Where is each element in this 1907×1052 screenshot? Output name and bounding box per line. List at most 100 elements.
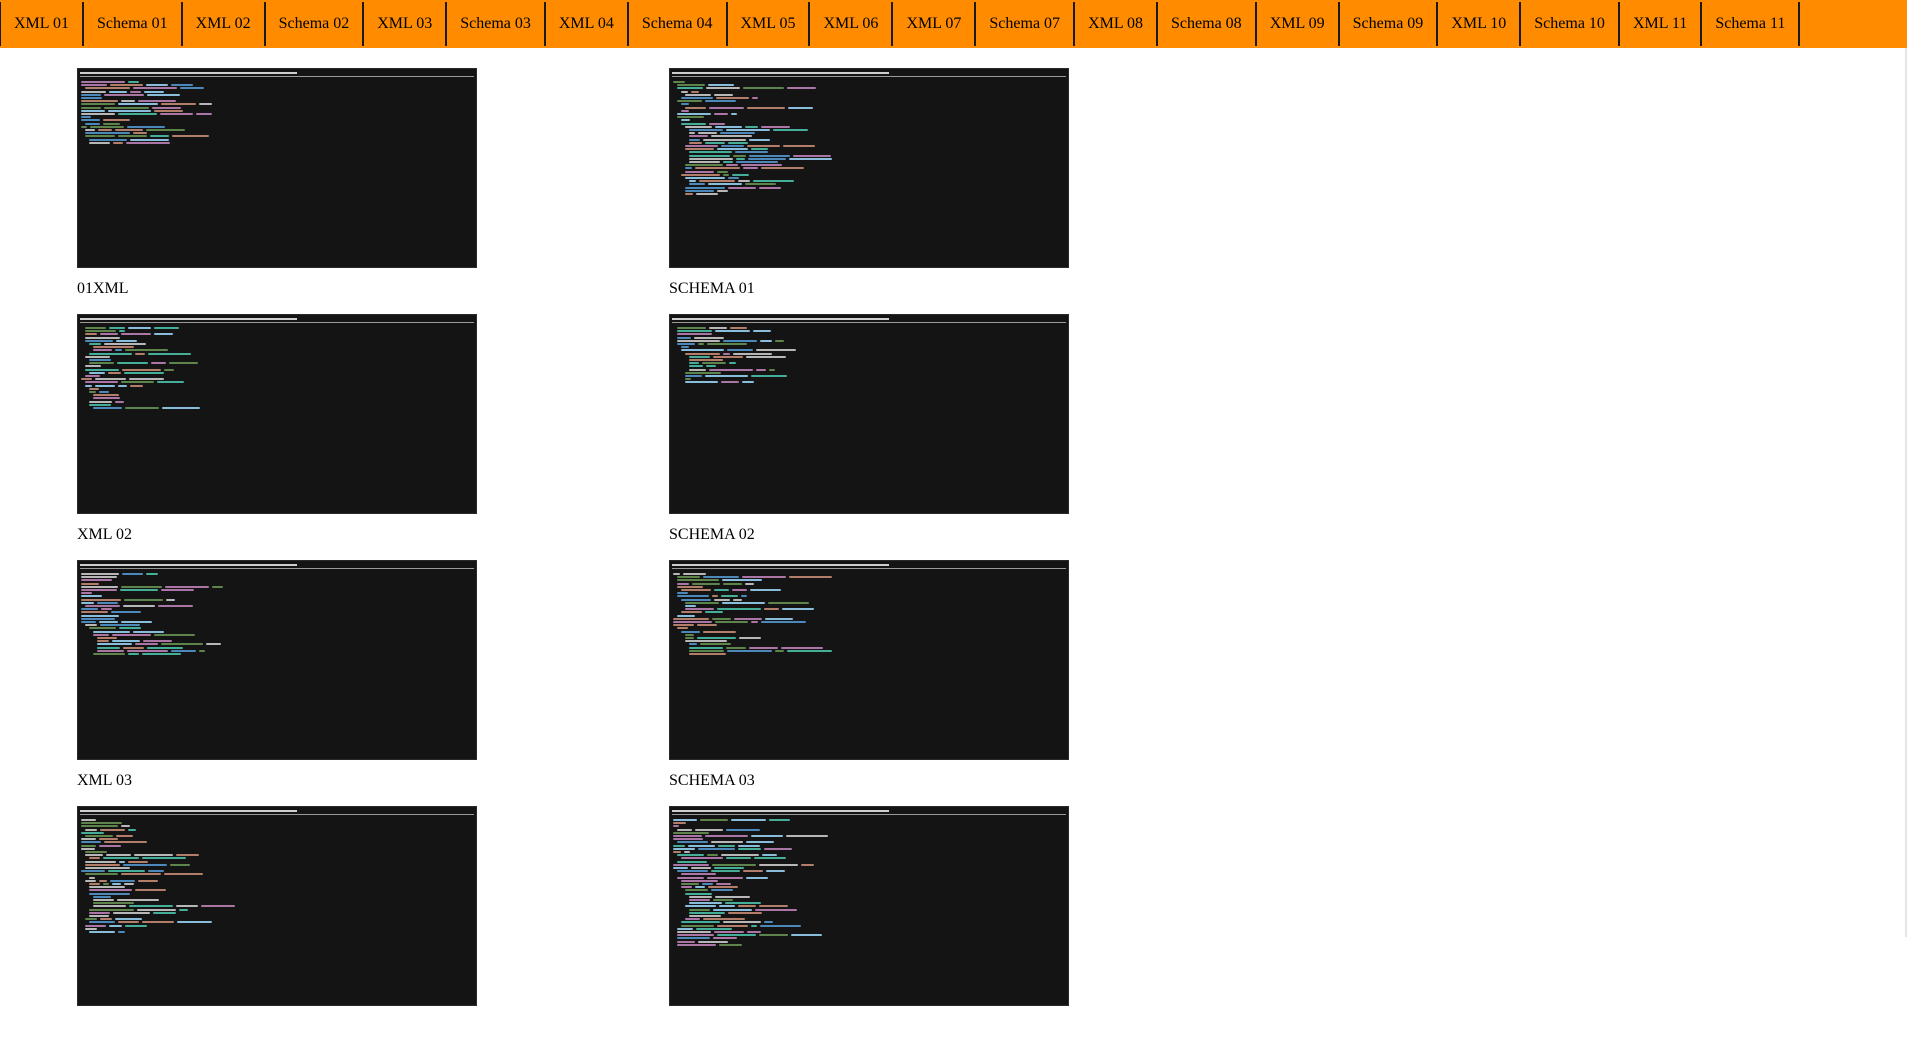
code-line-fragment [677,592,688,595]
code-line-fragment [708,183,742,186]
code-line-fragment [689,154,730,157]
code-line-fragment [689,132,695,135]
code-line-fragment [711,870,740,873]
code-line-fragment [781,646,823,649]
nav-tab-xml-05[interactable]: XML 05 [728,2,811,46]
code-line-fragment [743,87,784,90]
nav-tab-xml-11[interactable]: XML 11 [1620,2,1703,46]
code-line-fragment [760,339,772,342]
code-line-fragment [147,93,180,96]
code-line-fragment [85,828,97,831]
nav-tab-schema-10[interactable]: Schema 10 [1521,2,1620,46]
code-line-fragment [717,148,748,151]
code-line-fragment [146,129,185,131]
code-line-fragment [745,582,754,585]
code-line-fragment [97,640,109,643]
code-line-fragment [721,145,744,147]
code-line-fragment [673,621,712,623]
code-line-fragment [738,844,760,847]
code-line-fragment [118,103,158,106]
code-line-fragment [81,831,104,834]
code-line-fragment [81,595,102,598]
xml-screenshot-thumbnail[interactable] [77,68,477,268]
code-line-fragment [93,349,112,352]
code-line-fragment [677,937,710,940]
code-line-fragment [756,368,766,371]
code-line-fragment [685,186,725,189]
nav-tab-schema-02[interactable]: Schema 02 [266,2,365,46]
code-line-fragment [125,924,147,927]
nav-tab-xml-02[interactable]: XML 02 [183,2,266,46]
code-line-fragment [85,924,106,927]
gallery-card: SCHEMA 03 [669,560,1069,790]
nav-tab-xml-08[interactable]: XML 08 [1075,2,1159,46]
code-line-fragment [115,349,122,352]
code-line-fragment [157,381,184,384]
code-line-fragment [97,649,124,652]
code-line-fragment [85,129,95,131]
nav-tab-schema-07[interactable]: Schema 07 [976,2,1076,46]
code-line-fragment [104,106,149,109]
nav-tab-schema-08[interactable]: Schema 08 [1158,2,1257,46]
nav-tab-schema-03[interactable]: Schema 03 [447,2,546,46]
code-line-fragment [121,100,135,103]
code-line-fragment [673,851,681,853]
nav-tab-xml-07[interactable]: XML 07 [893,2,977,46]
code-line-fragment [196,113,212,115]
code-line-fragment [81,621,96,623]
code-line-fragment [122,573,143,575]
code-line-fragment [103,883,109,885]
nav-tab-schema-04[interactable]: Schema 04 [629,2,728,46]
code-line-fragment [138,879,158,882]
code-line-fragment [104,841,147,844]
code-line-fragment [151,362,166,365]
code-line-fragment [85,330,116,333]
code-line-fragment [703,576,739,579]
nav-tab-xml-03[interactable]: XML 03 [364,2,448,46]
code-line-fragment [681,630,700,633]
schema-screenshot-thumbnail[interactable] [669,560,1069,760]
schema-screenshot-thumbnail[interactable] [669,314,1069,514]
schema-screenshot-thumbnail[interactable] [669,806,1069,1006]
thumbnail-caption: 01XML [77,280,129,297]
code-line-fragment [98,129,112,131]
xml-screenshot-thumbnail[interactable] [77,806,477,1006]
code-line-fragment [719,943,742,946]
code-line-fragment [93,653,125,655]
xml-screenshot-thumbnail[interactable] [77,560,477,760]
code-line-fragment [129,905,173,908]
code-line-fragment [712,617,731,620]
code-line-fragment [715,125,742,128]
code-line-fragment [685,378,691,381]
code-line-fragment [101,608,112,611]
nav-tab-xml-10[interactable]: XML 10 [1438,2,1522,46]
xml-screenshot-thumbnail[interactable] [77,314,477,514]
code-line-fragment [732,589,747,591]
code-line-fragment [708,886,738,889]
code-line-fragment [677,940,695,943]
code-line-fragment [720,132,755,135]
code-line-fragment [89,403,111,406]
code-line-fragment [673,819,697,821]
code-line-fragment [81,822,122,825]
nav-tab-xml-01[interactable]: XML 01 [0,2,84,46]
code-line-fragment [685,193,693,195]
schema-screenshot-thumbnail[interactable] [669,68,1069,268]
nav-tab-schema-09[interactable]: Schema 09 [1340,2,1439,46]
code-line-fragment [161,103,196,106]
code-line-fragment [722,601,765,604]
nav-tab-xml-06[interactable]: XML 06 [810,2,894,46]
nav-tab-schema-11[interactable]: Schema 11 [1702,2,1801,46]
code-line-fragment [712,595,718,598]
code-line-fragment [752,97,758,99]
code-line-fragment [673,867,688,869]
nav-tab-xml-04[interactable]: XML 04 [546,2,629,46]
code-line-fragment [89,911,110,914]
code-line-fragment [120,589,158,591]
code-line-fragment [81,825,118,828]
code-line-fragment [685,170,714,173]
nav-tab-schema-01[interactable]: Schema 01 [84,2,183,46]
nav-tab-xml-09[interactable]: XML 09 [1257,2,1340,46]
thumbnail-caption: SCHEMA 03 [669,772,755,789]
code-line-fragment [748,157,786,160]
